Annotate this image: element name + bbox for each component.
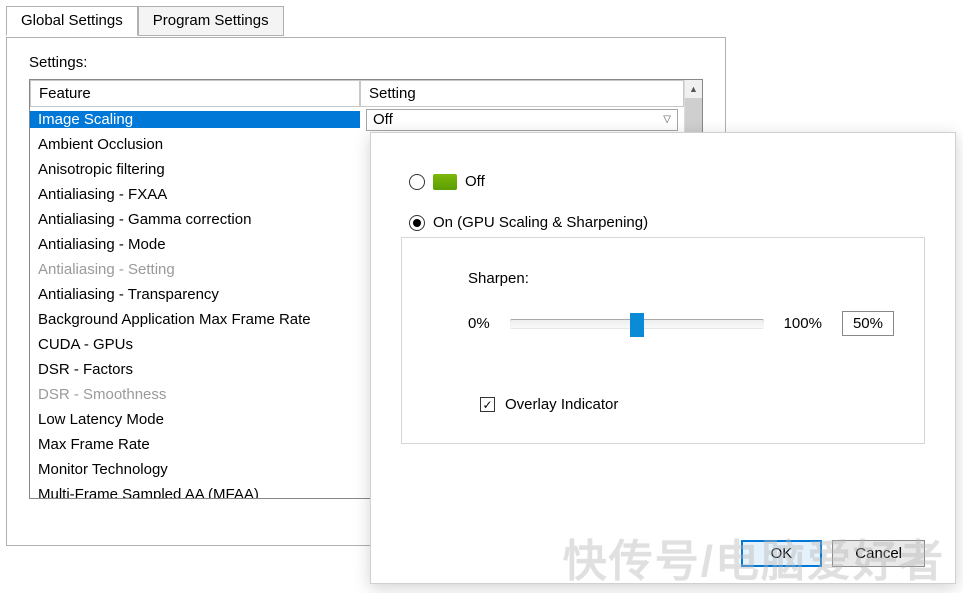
feature-name: DSR - Smoothness (30, 386, 360, 403)
sharpen-group: Sharpen: 0% 100% 50% ✓ Overlay Indicator (401, 237, 925, 444)
feature-name: Antialiasing - Transparency (30, 286, 360, 303)
sharpen-slider-thumb[interactable] (630, 313, 644, 337)
radio-on[interactable] (409, 215, 425, 231)
feature-name: Anisotropic filtering (30, 161, 360, 178)
feature-name: Antialiasing - Mode (30, 236, 360, 253)
feature-name: Ambient Occlusion (30, 136, 360, 153)
column-header-feature[interactable]: Feature (30, 80, 360, 107)
setting-dropdown[interactable]: Off ▽ (366, 109, 678, 131)
setting-dropdown-value: Off (373, 111, 393, 128)
feature-name: Max Frame Rate (30, 436, 360, 453)
image-scaling-popup: Off On (GPU Scaling & Sharpening) Sharpe… (370, 132, 956, 584)
radio-on-row[interactable]: On (GPU Scaling & Sharpening) (409, 214, 917, 231)
feature-name: DSR - Factors (30, 361, 360, 378)
overlay-indicator-label: Overlay Indicator (505, 396, 618, 413)
feature-name: Monitor Technology (30, 461, 360, 478)
table-row[interactable]: Image Scaling Off ▽ (30, 107, 684, 132)
feature-name: Antialiasing - FXAA (30, 186, 360, 203)
popup-button-bar: OK Cancel (401, 540, 925, 567)
sharpen-slider[interactable] (510, 319, 764, 329)
column-header-setting[interactable]: Setting (360, 80, 684, 107)
sharpen-min-label: 0% (468, 315, 490, 332)
radio-off-label: Off (465, 173, 485, 190)
radio-on-label: On (GPU Scaling & Sharpening) (433, 214, 648, 231)
settings-label: Settings: (29, 54, 703, 71)
radio-off-row[interactable]: Off (409, 173, 917, 190)
feature-name: Antialiasing - Gamma correction (30, 211, 360, 228)
tab-program-settings[interactable]: Program Settings (138, 6, 284, 36)
tab-strip: Global Settings Program Settings (6, 6, 726, 36)
sharpen-value-box[interactable]: 50% (842, 311, 894, 336)
feature-name: Image Scaling (30, 111, 360, 128)
cancel-button[interactable]: Cancel (832, 540, 925, 567)
table-header: Feature Setting (30, 80, 684, 107)
feature-name: Low Latency Mode (30, 411, 360, 428)
overlay-indicator-row[interactable]: ✓ Overlay Indicator (480, 396, 894, 413)
overlay-indicator-checkbox[interactable]: ✓ (480, 397, 495, 412)
scroll-up-button[interactable]: ▲ (685, 80, 702, 98)
ok-button[interactable]: OK (741, 540, 823, 567)
sharpen-slider-row: 0% 100% 50% (468, 311, 894, 336)
sharpen-max-label: 100% (784, 315, 822, 332)
feature-name: Antialiasing - Setting (30, 261, 360, 278)
nvidia-icon (433, 174, 457, 190)
feature-name: Background Application Max Frame Rate (30, 311, 360, 328)
feature-name: Multi-Frame Sampled AA (MFAA) (30, 486, 360, 498)
chevron-down-icon: ▽ (663, 114, 671, 125)
tab-global-settings[interactable]: Global Settings (6, 6, 138, 36)
radio-off[interactable] (409, 174, 425, 190)
feature-setting-cell: Off ▽ (360, 109, 684, 131)
sharpen-label: Sharpen: (468, 270, 894, 287)
feature-name: CUDA - GPUs (30, 336, 360, 353)
